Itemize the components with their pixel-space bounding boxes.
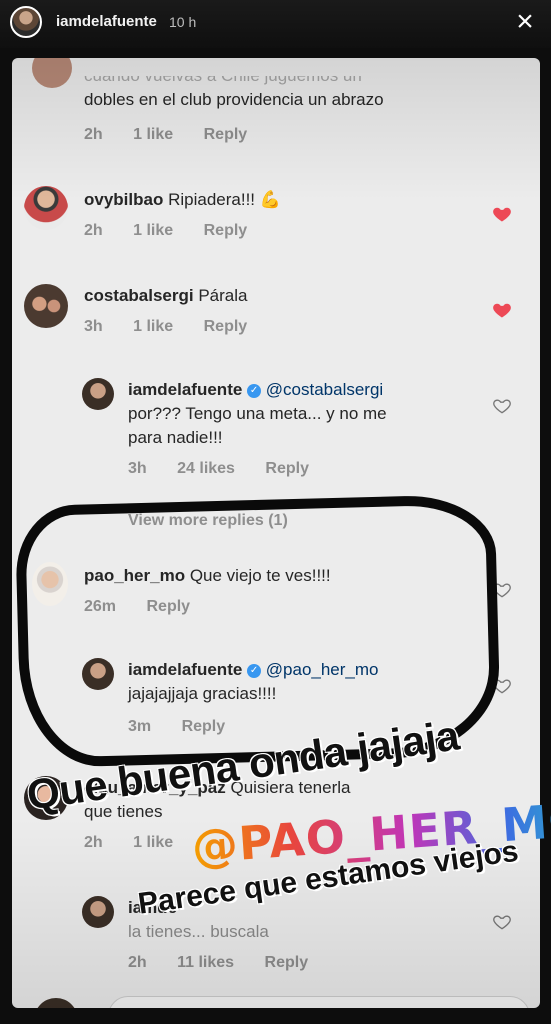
comment-text-cutoff: cuando vuelvas a Chile juguemos un [84,66,362,85]
avatar[interactable] [32,58,72,88]
avatar[interactable] [82,378,114,410]
avatar[interactable] [24,284,68,328]
comment-meta: 2h 1 like Reply [84,222,273,240]
comment-time: 2h [84,126,103,143]
reply-button[interactable]: Reply [204,222,248,239]
heart-outline-icon[interactable] [492,912,512,932]
comment-body: Párala [198,286,248,305]
comment-input[interactable] [108,996,530,1008]
heart-outline-icon[interactable] [492,396,512,416]
comment-text: dobles en el club providencia un abrazo [84,90,384,109]
reply-button[interactable]: Reply [265,954,309,971]
reply-button[interactable]: Reply [204,318,248,335]
comment-meta: 3h 1 like Reply [84,318,273,336]
story-username[interactable]: iamdelafuente [56,13,157,30]
my-avatar [34,998,78,1008]
comment-time: 2h [128,954,147,971]
comment-username[interactable]: costabalsergi [84,286,194,305]
comment-likes[interactable]: 1 like [133,318,173,335]
story-avatar[interactable] [10,6,42,38]
comment-body: para nadie!!! [128,428,223,447]
flexed-biceps-icon: 💪 [259,190,281,210]
comment-time: 3h [84,318,103,335]
story-timestamp: 10 h [169,14,197,30]
comment-body: por??? Tengo una meta... y no me [128,404,387,423]
comment-text: ovybilbao Ripiadera!!! 💪 [84,188,281,212]
verified-badge-icon: ✓ [247,383,262,398]
story-frame: iamdelafuente 10 h × cuando vuelvas a Ch… [0,0,551,1024]
comment-body: Ripiadera!!! [168,190,256,209]
comment-time: 2h [84,222,103,239]
comment-likes[interactable]: 1 like [133,834,173,851]
comment-body: la tienes... buscala [128,922,269,941]
comment-text: costabalsergi Párala [84,284,247,308]
comment-time: 2h [84,834,103,851]
comment-likes[interactable]: 1 like [133,126,173,143]
comment-likes[interactable]: 24 likes [177,460,235,477]
comment-username[interactable]: iamdelafuente [128,380,242,399]
comment-likes[interactable]: 1 like [133,222,173,239]
close-icon[interactable]: × [511,7,539,37]
comment-text: iamdelafuente ✓ @costabalsergi [128,378,383,402]
mention-link[interactable]: @costabalsergi [266,380,383,399]
comment-meta: 2h 1 like Reply [84,126,273,144]
comment-meta: 2h 11 likes Reply [128,954,334,972]
comment-likes[interactable]: 11 likes [177,954,234,971]
reply-button[interactable]: Reply [204,126,248,143]
comment-meta: 2h 1 like [84,834,199,852]
avatar[interactable] [24,186,68,230]
story-header: iamdelafuente 10 h × [0,0,551,48]
comment-time: 3h [128,460,147,477]
reply-button[interactable]: Reply [265,460,309,477]
comment-username[interactable]: ovybilbao [84,190,163,209]
heart-filled-icon[interactable] [492,300,512,320]
avatar[interactable] [82,896,114,928]
comment-meta: 3h 24 likes Reply [128,460,335,478]
heart-filled-icon[interactable] [492,204,512,224]
